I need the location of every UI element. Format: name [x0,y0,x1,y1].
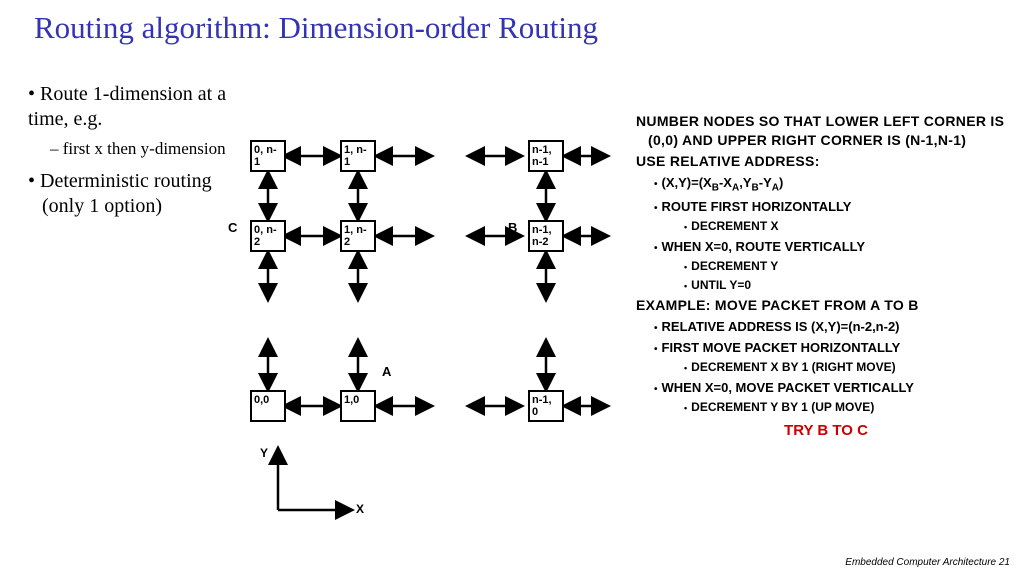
node-n1-n1: n-1, n-1 [528,140,564,172]
mesh-diagram: 0, n-1 1, n-1 n-1, n-1 0, n-2 1, n-2 n-1… [230,120,630,520]
node-1-0: 1,0 [340,390,376,422]
label-A: A [382,364,391,379]
label-C: C [228,220,237,235]
node-0-n2: 0, n-2 [250,220,286,252]
node-0-0: 0,0 [250,390,286,422]
bullet-example-vert: WHEN X=0, MOVE PACKET VERTICALLY [654,379,1016,397]
bullet-decrement-x: DECREMENT X [684,218,1016,234]
bullet-example-decy: DECREMENT Y BY 1 (UP MOVE) [684,399,1016,415]
axis-label-X: X [356,502,364,516]
sub-first-x-then-y: first x then y-dimension [50,138,238,159]
heading-example: EXAMPLE: MOVE PACKET FROM A TO B [636,296,1016,315]
bullet-deterministic: Deterministic routing [28,169,238,194]
try-b-to-c: TRY B TO C [636,421,1016,441]
heading-number-nodes: NUMBER NODES SO THAT LOWER LEFT CORNER I… [636,112,1016,150]
label-B: B [508,220,517,235]
node-n1-0: n-1, 0 [528,390,564,422]
left-bullets: Route 1-dimension at a time, e.g. first … [28,82,238,219]
heading-use-relative: USE RELATIVE ADDRESS: [636,152,1016,171]
bullet-only-1-option: (only 1 option) [42,194,238,219]
slide-title: Routing algorithm: Dimension-order Routi… [0,0,1024,46]
bullet-example-decx: DECREMENT X BY 1 (RIGHT MOVE) [684,359,1016,375]
axis-label-Y: Y [260,446,268,460]
node-1-n1: 1, n-1 [340,140,376,172]
bullet-example-horiz: FIRST MOVE PACKET HORIZONTALLY [654,339,1016,357]
footer-text: Embedded Computer Architecture 21 [845,557,1010,568]
node-0-n1: 0, n-1 [250,140,286,172]
node-1-n2: 1, n-2 [340,220,376,252]
bullet-route-1dim: Route 1-dimension at a time, e.g. [28,82,238,132]
bullet-decrement-y: DECREMENT Y [684,258,1016,274]
node-n1-n2: n-1, n-2 [528,220,564,252]
bullet-example-addr: RELATIVE ADDRESS IS (X,Y)=(n-2,n-2) [654,318,1016,336]
right-text: NUMBER NODES SO THAT LOWER LEFT CORNER I… [636,110,1016,442]
bullet-relative-addr: (X,Y)=(XB-XA,YB-YA) [654,174,1016,195]
bullet-route-horiz: ROUTE FIRST HORIZONTALLY [654,198,1016,216]
bullet-until-y0: UNTIL Y=0 [684,277,1016,293]
bullet-route-vert: WHEN X=0, ROUTE VERTICALLY [654,238,1016,256]
